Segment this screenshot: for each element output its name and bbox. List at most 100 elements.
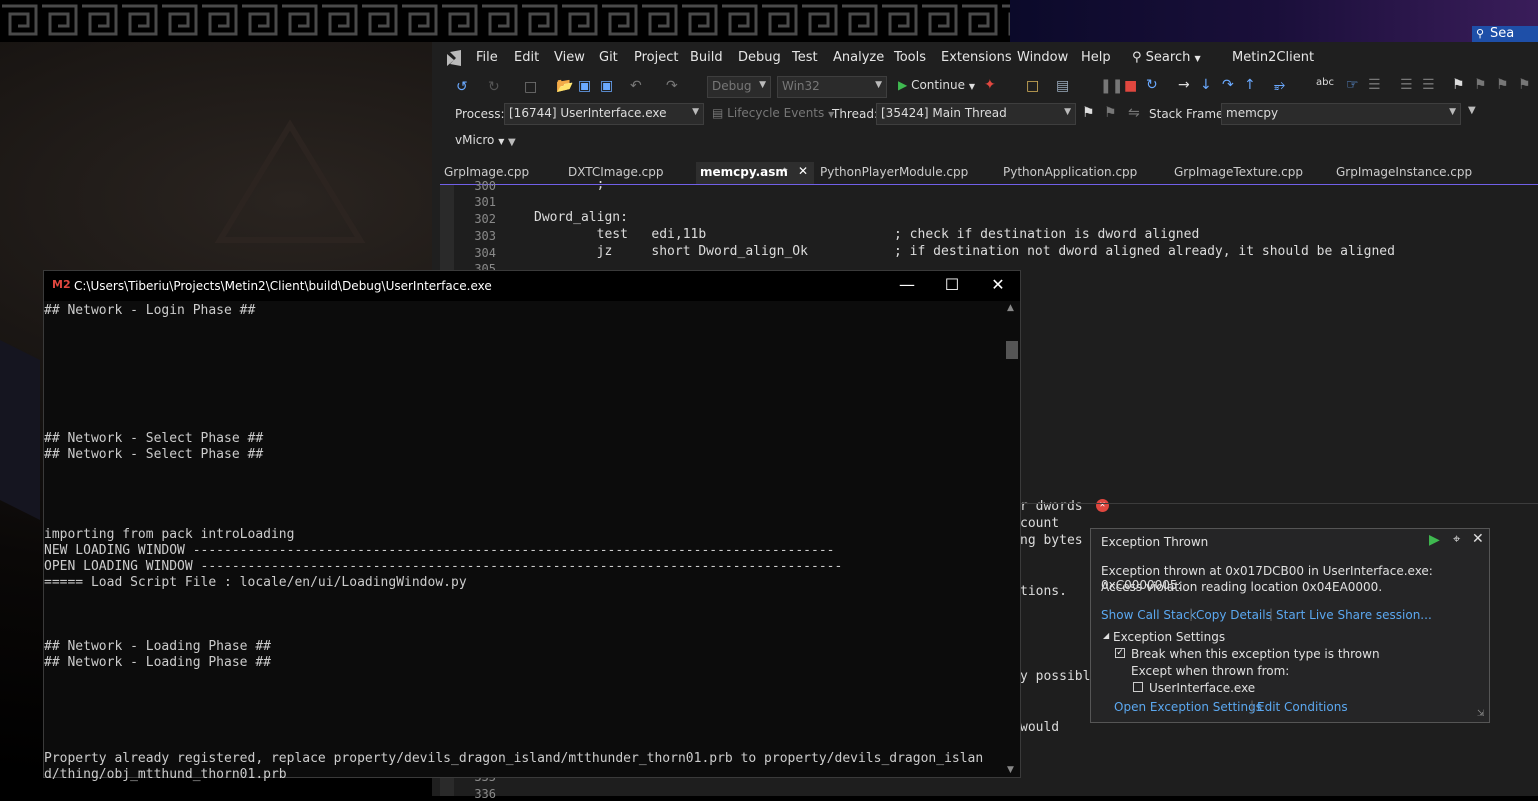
undo-icon[interactable]: ↶	[630, 78, 642, 94]
console-line: ## Network - Select Phase ##	[44, 447, 264, 462]
spell-check-icon[interactable]: abc	[1316, 77, 1334, 88]
process-dropdown[interactable]: [16744] UserInterface.exe ▼	[504, 103, 704, 125]
maximize-icon[interactable]: ☐	[937, 275, 967, 294]
tab-label: GrpImageTexture.cpp	[1174, 165, 1304, 179]
show-threads-icon[interactable]: ⇋	[1128, 105, 1140, 121]
scroll-down-icon[interactable]: ▼	[1007, 765, 1014, 775]
menu-project[interactable]: Project	[634, 50, 678, 65]
vmicro-menu[interactable]: vMicro ▼	[455, 133, 504, 147]
hot-path-icon[interactable]: ⥵	[1274, 77, 1285, 93]
thread-dropdown[interactable]: [35424] Main Thread ▼	[876, 103, 1076, 125]
bookmark-icon[interactable]: ⚑	[1452, 77, 1465, 93]
menu-file[interactable]: File	[476, 50, 498, 65]
search-box[interactable]: ⚲ Search ▼	[1132, 50, 1212, 68]
continue-button[interactable]: ▶ Continue ▼	[898, 78, 975, 92]
close-icon[interactable]: ✕	[798, 164, 808, 178]
menu-analyze[interactable]: Analyze	[833, 50, 884, 65]
copy-details-link[interactable]: Copy Details	[1196, 608, 1272, 622]
line-number: 302	[474, 212, 496, 226]
document-tabs: GrpImage.cpp DXTCImage.cpp memcpy.asm ⌖ …	[440, 162, 1538, 186]
menu-window[interactable]: Window	[1017, 50, 1068, 65]
exception-settings-header: Exception Settings	[1113, 630, 1226, 644]
continue-icon[interactable]: ▶	[1429, 532, 1440, 548]
save-all-icon[interactable]: ▣	[600, 78, 613, 94]
clear-bookmarks-icon[interactable]: ⚑	[1518, 77, 1531, 93]
pin-icon[interactable]: ⌖	[782, 165, 788, 176]
comment-icon[interactable]: ☰	[1400, 77, 1413, 93]
tab-memcpy-asm[interactable]: memcpy.asm ⌖ ✕	[696, 162, 814, 184]
navigate-back-icon[interactable]: ↺	[456, 79, 468, 95]
flag-threads-icon[interactable]: ⚑	[1104, 105, 1117, 121]
close-icon[interactable]: ✕	[983, 275, 1013, 294]
menu-view[interactable]: View	[554, 50, 585, 65]
edit-conditions-link[interactable]: Edit Conditions	[1257, 700, 1348, 714]
restart-icon[interactable]: ↻	[1146, 77, 1158, 93]
menu-debug[interactable]: Debug	[738, 50, 781, 65]
platform-value: Win32	[782, 79, 820, 93]
tab-pythonapplication[interactable]: PythonApplication.cpp	[999, 162, 1165, 184]
open-exception-settings-link[interactable]: Open Exception Settings	[1114, 700, 1262, 714]
show-next-statement-icon[interactable]: →	[1178, 77, 1190, 93]
live-share-link[interactable]: Start Live Share session...	[1276, 608, 1432, 622]
step-into-icon[interactable]: ↓	[1200, 77, 1212, 93]
collapse-triangle-icon[interactable]: ◢	[1103, 631, 1109, 640]
console-line: importing from pack introLoading	[44, 527, 295, 542]
toolbar-overflow-icon[interactable]: ▼	[508, 137, 516, 148]
platform-dropdown[interactable]: Win32 ▼	[777, 76, 887, 98]
new-project-icon[interactable]: □	[524, 79, 537, 95]
code-line: Dword_align:	[534, 210, 628, 225]
solution-name: Metin2Client	[1232, 50, 1315, 65]
stack-frame-dropdown[interactable]: memcpy ▼	[1221, 103, 1461, 125]
console-scrollbar[interactable]: ▲ ▼	[1004, 301, 1020, 777]
menu-build[interactable]: Build	[690, 50, 723, 65]
menu-extensions[interactable]: Extensions	[941, 50, 1012, 65]
menu-test[interactable]: Test	[792, 50, 818, 65]
menu-edit[interactable]: Edit	[514, 50, 539, 65]
open-folder-icon[interactable]: 📂	[556, 78, 573, 94]
break-when-thrown-checkbox[interactable]: ✓	[1115, 648, 1125, 658]
cursor-icon[interactable]: ☞	[1346, 77, 1359, 93]
prev-bookmark-icon[interactable]: ⚑	[1474, 77, 1487, 93]
chevron-down-icon: ▼	[875, 80, 882, 90]
save-icon[interactable]: ▣	[578, 78, 591, 94]
module-label: UserInterface.exe	[1149, 681, 1256, 695]
show-call-stack-link[interactable]: Show Call Stack	[1101, 608, 1197, 622]
pin-icon[interactable]: ⌖	[1453, 532, 1460, 547]
console-output[interactable]: ## Network - Login Phase ## ## Network - …	[44, 301, 1004, 782]
continue-label: Continue	[911, 78, 966, 92]
scroll-thumb[interactable]	[1006, 341, 1018, 359]
process-label: Process:	[455, 107, 505, 121]
configuration-dropdown[interactable]: Debug ▼	[707, 76, 771, 98]
resize-grip-icon[interactable]: ⇲	[1477, 709, 1485, 719]
tab-pythonplayermodule[interactable]: PythonPlayerModule.cpp	[816, 162, 996, 184]
module-checkbox[interactable]	[1133, 682, 1143, 692]
tab-label: PythonApplication.cpp	[1003, 165, 1138, 179]
menu-help[interactable]: Help	[1081, 50, 1111, 65]
error-icon: ✕	[1096, 499, 1109, 512]
flag-icon[interactable]: ⚑	[1082, 105, 1095, 121]
tab-grpimagetexture[interactable]: GrpImageTexture.cpp	[1170, 162, 1328, 184]
menu-tools[interactable]: Tools	[894, 50, 926, 65]
uncomment-icon[interactable]: ☰	[1422, 77, 1435, 93]
next-bookmark-icon[interactable]: ⚑	[1496, 77, 1509, 93]
scroll-up-icon[interactable]: ▲	[1007, 303, 1014, 313]
navigate-forward-icon[interactable]: ↻	[488, 79, 500, 95]
step-out-icon[interactable]: ↑	[1244, 77, 1256, 93]
stop-icon[interactable]: ■	[1124, 78, 1137, 94]
pause-icon[interactable]: ❚❚	[1100, 78, 1123, 94]
step-over-icon[interactable]: ↷	[1222, 77, 1234, 93]
minimize-icon[interactable]: —	[892, 275, 922, 294]
close-icon[interactable]: ✕	[1472, 531, 1484, 547]
menu-git[interactable]: Git	[599, 50, 618, 65]
tab-grpimageinstance[interactable]: GrpImageInstance.cpp	[1332, 162, 1498, 184]
chevron-down-icon: ▼	[759, 80, 766, 90]
outline-icon[interactable]: ☰	[1368, 77, 1381, 93]
code-line: jz short Dword_align_Ok ; if destination…	[534, 244, 1395, 259]
layout-icon[interactable]: ▤	[1056, 78, 1069, 94]
redo-icon[interactable]: ↷	[666, 78, 678, 94]
vs-menubar: File Edit View Git Project Build Debug T…	[432, 42, 1538, 74]
folder-icon[interactable]: □	[1026, 78, 1039, 94]
lifecycle-events-button[interactable]: ▤ Lifecycle Events ▼	[712, 106, 834, 120]
hot-reload-icon[interactable]: ✦	[984, 77, 996, 93]
toolbar-overflow-icon[interactable]: ▼	[1468, 105, 1476, 116]
